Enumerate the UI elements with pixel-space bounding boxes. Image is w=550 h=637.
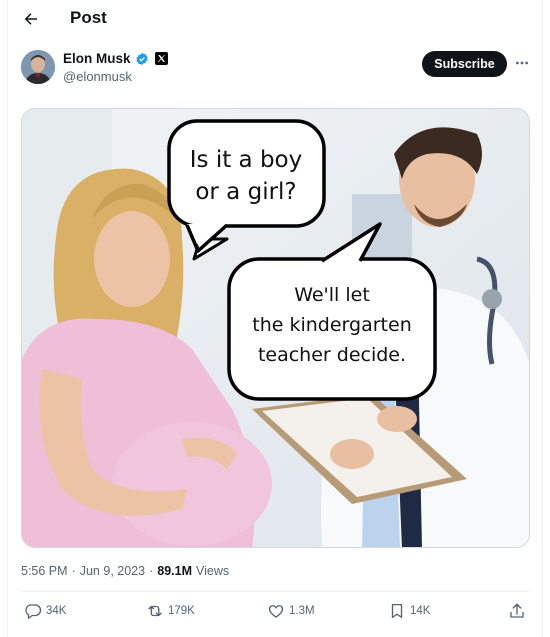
display-name[interactable]: Elon Musk — [63, 51, 131, 66]
bubble-question-line2: or a girl? — [195, 179, 296, 205]
top-bar: Post — [0, 0, 550, 36]
bubble-question-line1: Is it a boy — [190, 147, 302, 173]
like-button[interactable]: 1.3M — [267, 602, 315, 620]
reply-button[interactable]: 34K — [24, 602, 66, 620]
bookmark-button[interactable]: 14K — [388, 602, 430, 620]
author-handle[interactable]: @elonmusk — [63, 69, 132, 84]
post-meta: 5:56 PM · Jun 9, 2023 · 89.1M Views — [21, 564, 229, 578]
divider — [21, 591, 530, 592]
back-button[interactable] — [18, 6, 44, 32]
action-bar: 34K 179K 1.3M 14K — [21, 602, 531, 624]
like-count: 1.3M — [289, 605, 315, 617]
more-button[interactable] — [511, 53, 533, 73]
bubble-answer-line2: the kindergarten — [252, 314, 411, 336]
verified-badge-icon — [135, 52, 148, 65]
bubble-answer-line1: We'll let — [294, 284, 370, 306]
repost-count: 179K — [168, 605, 195, 617]
like-icon — [268, 605, 284, 618]
post-time[interactable]: 5:56 PM — [21, 564, 68, 578]
meta-separator: · — [71, 564, 76, 578]
bubble-answer-line3: teacher decide. — [258, 344, 406, 366]
subscribe-button[interactable]: Subscribe — [422, 51, 507, 77]
repost-icon — [148, 605, 162, 617]
more-icon — [516, 61, 528, 65]
views-count: 89.1M — [157, 564, 192, 578]
post-image[interactable]: Is it a boy or a girl? We'll let the kin… — [21, 108, 530, 548]
share-button[interactable] — [508, 602, 526, 625]
back-arrow-icon — [24, 13, 37, 25]
bookmark-icon — [391, 603, 403, 619]
bookmark-count: 14K — [410, 605, 431, 617]
reply-icon — [25, 604, 42, 619]
post-author: Elon Musk @elonmusk Subscribe — [21, 50, 531, 90]
reply-count: 34K — [46, 605, 67, 617]
name-row: Elon Musk — [63, 51, 168, 66]
repost-button[interactable]: 179K — [146, 602, 195, 620]
share-icon — [510, 603, 524, 618]
avatar[interactable] — [21, 50, 55, 84]
views-label: Views — [196, 564, 230, 578]
meta-separator: · — [149, 564, 154, 578]
x-logo-icon — [154, 52, 168, 65]
page-title: Post — [70, 8, 107, 27]
post-date[interactable]: Jun 9, 2023 — [80, 564, 145, 578]
